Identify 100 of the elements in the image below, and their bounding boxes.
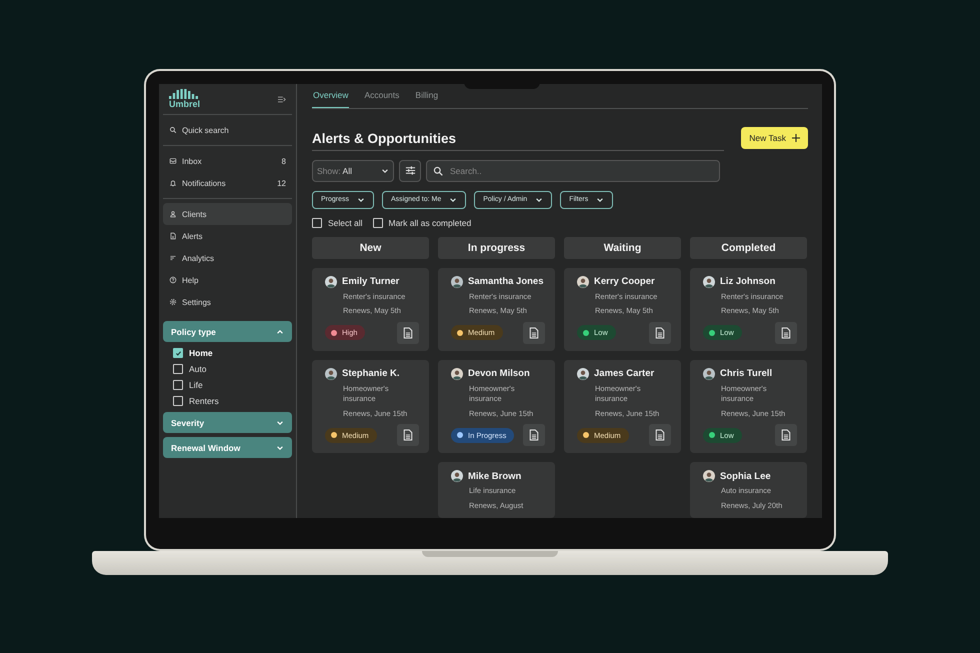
sidebar-label: Inbox	[182, 156, 202, 166]
sidebar-item[interactable]: Analytics	[163, 247, 292, 269]
sidebar-label: Settings	[182, 298, 211, 306]
chevron-icon	[357, 196, 366, 204]
show-dropdown[interactable]: Show: All	[312, 160, 394, 182]
checkbox[interactable]	[173, 364, 183, 374]
search-field[interactable]: Search..	[426, 160, 720, 182]
user-icon	[169, 210, 177, 218]
search-label: Quick search	[182, 126, 229, 134]
option-label: Life	[189, 380, 203, 390]
checkbox[interactable]	[173, 396, 183, 406]
option-label: Renters	[189, 396, 219, 406]
sidebar-label: Alerts	[182, 232, 202, 240]
filter-section[interactable]: Policy type	[163, 321, 292, 342]
document-button[interactable]	[775, 424, 797, 446]
chevron-icon	[276, 418, 284, 426]
search-icon	[433, 166, 443, 176]
document-icon	[529, 326, 539, 338]
document-button[interactable]	[523, 322, 545, 344]
checkbox-label: Select all	[328, 218, 362, 228]
client-name: Emily Turner	[342, 276, 400, 287]
checkbox[interactable]	[173, 380, 183, 390]
sidebar-item[interactable]: Notifications 12	[163, 172, 292, 194]
client-name: Sophia Lee	[720, 470, 771, 482]
client-name: James Carter	[594, 368, 654, 379]
section-title: Renewal Window	[171, 442, 240, 452]
show-value: Show: All	[317, 166, 352, 176]
status-dot	[709, 330, 715, 336]
client-name: Liz Johnson	[720, 276, 776, 287]
document-icon	[781, 429, 791, 441]
logo-bars-icon	[169, 89, 199, 99]
document-icon	[781, 326, 791, 338]
quick-search[interactable]: Quick search	[163, 119, 292, 141]
avatar-icon	[703, 368, 715, 380]
status-dot	[709, 432, 715, 438]
avatar-icon	[325, 368, 337, 380]
new-task-button[interactable]: New Task	[741, 126, 808, 148]
sidebar-label: Notifications	[182, 178, 226, 188]
client-name: Samantha Jones	[468, 276, 544, 287]
status-dot	[583, 330, 589, 336]
checkbox-label: Mark all as completed	[388, 218, 472, 228]
sidebar-item[interactable]: Settings	[163, 291, 292, 313]
chevron-icon	[596, 196, 604, 204]
count-label: 8	[282, 156, 286, 166]
plus-icon	[792, 134, 800, 142]
chevron-icon	[276, 328, 284, 336]
filter-settings-button[interactable]	[399, 160, 421, 182]
checkbox[interactable]	[372, 218, 382, 228]
lines-icon	[169, 254, 177, 262]
section-title: Severity	[171, 418, 204, 428]
collapse-icon[interactable]	[278, 96, 286, 102]
sliders-icon	[404, 165, 416, 176]
checkbox[interactable]	[173, 348, 183, 358]
filter-section[interactable]: Renewal Window	[163, 437, 292, 458]
client-name: Mike Brown	[468, 470, 522, 482]
filter-section[interactable]: Severity	[163, 412, 292, 433]
settings-icon	[169, 298, 177, 306]
column-header: Waiting	[564, 236, 681, 258]
client-name: Chris Turell	[720, 368, 772, 379]
tab[interactable]: Accounts	[363, 84, 400, 108]
avatar-icon	[577, 368, 589, 380]
document-icon	[529, 429, 539, 441]
logo-text: Umbrel	[169, 99, 200, 109]
avatar-icon	[451, 276, 463, 288]
sidebar-item[interactable]: Clients	[163, 203, 292, 225]
option-label: Home	[189, 348, 213, 358]
section-title: Policy type	[171, 326, 216, 336]
document-icon	[403, 429, 413, 441]
column-header: Completed	[690, 236, 807, 258]
checkbox[interactable]	[312, 218, 322, 228]
column-header: New	[312, 236, 429, 258]
document-icon	[655, 326, 665, 338]
chevron-icon	[276, 444, 284, 452]
avatar-icon	[703, 276, 715, 288]
tab[interactable]: Billing	[414, 84, 440, 108]
document-button[interactable]	[397, 424, 419, 446]
client-name: Kerry Cooper	[594, 276, 655, 287]
document-button[interactable]	[523, 424, 545, 446]
sidebar-item[interactable]: Help	[163, 269, 292, 291]
client-name: Devon Milson	[468, 368, 530, 379]
avatar-icon	[325, 276, 337, 288]
chevron-icon	[381, 166, 389, 174]
column-header: In progress	[438, 236, 555, 258]
document-button[interactable]	[649, 322, 671, 344]
document-button[interactable]	[649, 424, 671, 446]
tab[interactable]: Overview	[312, 84, 350, 108]
document-icon	[655, 429, 665, 441]
status-dot	[331, 432, 337, 438]
status-dot	[583, 432, 589, 438]
document-button[interactable]	[397, 322, 419, 344]
sidebar-label: Clients	[182, 210, 206, 218]
status-dot	[457, 432, 463, 438]
status-dot	[331, 330, 337, 336]
sidebar-item[interactable]: Alerts	[163, 225, 292, 247]
inbox-icon	[169, 157, 177, 165]
chevron-icon	[449, 196, 458, 204]
document-button[interactable]	[775, 322, 797, 344]
document-icon	[169, 232, 177, 240]
avatar-icon	[451, 470, 463, 482]
sidebar-item[interactable]: Inbox 8	[163, 150, 292, 172]
